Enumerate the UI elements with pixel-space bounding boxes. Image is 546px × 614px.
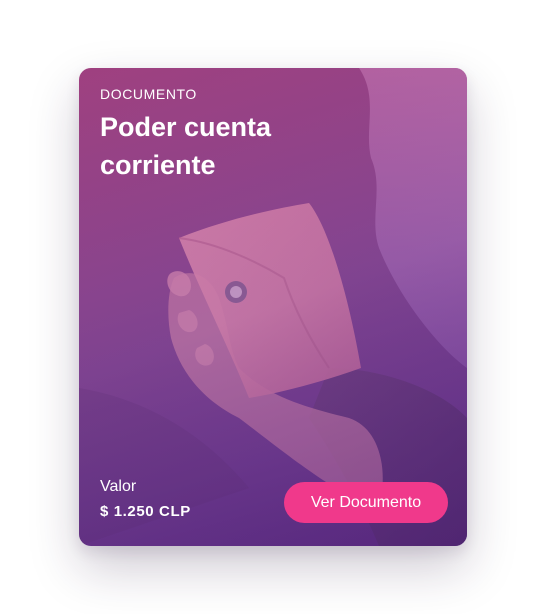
card-title: Poder cuenta corriente <box>100 112 272 180</box>
category-label: DOCUMENTO <box>100 86 197 102</box>
price-label: Valor <box>100 478 137 495</box>
view-document-button[interactable]: Ver Documento <box>284 482 448 523</box>
document-card: DOCUMENTO Poder cuenta corriente Valor $… <box>79 68 467 546</box>
price-value: $ 1.250 CLP <box>100 503 191 520</box>
